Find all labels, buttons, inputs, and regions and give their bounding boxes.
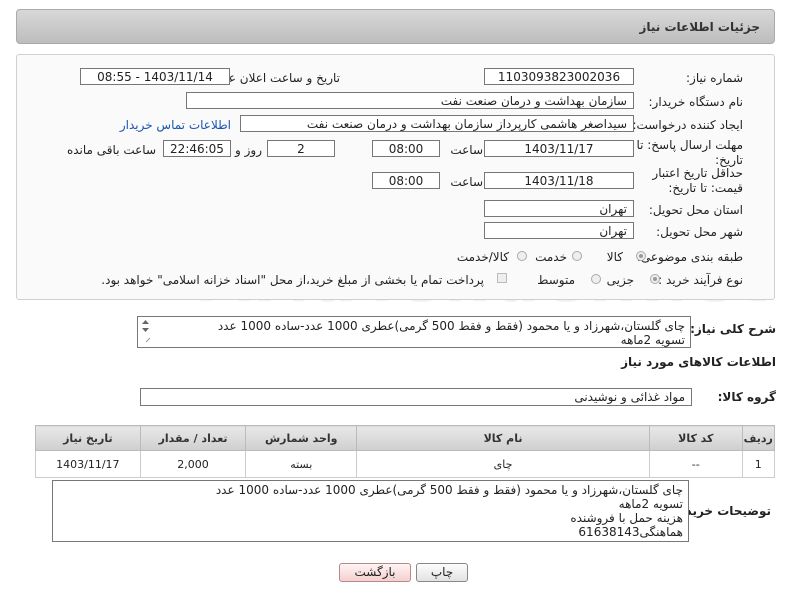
- col-row: ردیف: [741, 425, 776, 451]
- cell-unit: بسته: [245, 450, 358, 478]
- buyer-notes-textarea[interactable]: چای گلستان،شهرزاد و یا محمود (فقط و فقط …: [52, 480, 689, 542]
- payment-treasury-note: پرداخت تمام یا بخشی از مبلغ خرید،از محل …: [101, 273, 484, 287]
- category-goods-label: کالا: [606, 250, 623, 264]
- description-label: شرح کلی نیاز:: [690, 322, 776, 336]
- category-goods-radio[interactable]: [636, 251, 646, 261]
- announce-field: 1403/11/14 - 08:55: [80, 68, 230, 85]
- contact-buyer-link[interactable]: اطلاعات تماس خریدار: [120, 118, 231, 132]
- cell-row: 1: [741, 450, 776, 478]
- goods-group-field: مواد غذائی و نوشیدنی: [140, 388, 692, 406]
- col-need-date: تاریخ نیاز: [35, 425, 141, 451]
- city-label: شهر محل تحویل:: [656, 225, 743, 239]
- category-service-label: خدمت: [535, 250, 567, 264]
- days-label: روز و: [235, 143, 262, 157]
- description-scrollbar[interactable]: [140, 318, 151, 345]
- validity-date-field: 1403/11/18: [484, 172, 634, 189]
- process-medium-label: متوسط: [537, 273, 575, 287]
- buyer-org-field: سازمان بهداشت و درمان صنعت نفت: [186, 92, 634, 109]
- cell-name: چای: [356, 450, 650, 478]
- category-goods-service-radio[interactable]: [517, 251, 527, 261]
- process-minor-radio[interactable]: [650, 274, 660, 284]
- table-row: 1 -- چای بسته 2,000 1403/11/17: [35, 450, 776, 478]
- buyer-org-label: نام دستگاه خریدار:: [648, 95, 744, 109]
- process-type-label: نوع فرآیند خرید :: [658, 273, 743, 287]
- col-code: کد کالا: [648, 425, 743, 451]
- province-label: استان محل تحویل:: [648, 203, 743, 217]
- goods-group-label: گروه کالا:: [717, 390, 776, 404]
- page-title: جزئیات اطلاعات نیاز: [639, 20, 760, 34]
- category-goods-service-label: کالا/خدمت: [456, 250, 509, 264]
- deadline-label: مهلت ارسال پاسخ: تا تاریخ:: [636, 138, 743, 167]
- category-label: طبقه بندی موضوعی:: [636, 250, 743, 264]
- need-number-label: شماره نیاز:: [686, 71, 743, 85]
- col-name: نام کالا: [356, 425, 650, 451]
- cell-code: --: [648, 450, 743, 478]
- creator-label: ایجاد کننده درخواست:: [632, 118, 743, 132]
- validity-time-label: ساعت: [450, 175, 483, 189]
- print-button[interactable]: چاپ: [416, 563, 468, 582]
- days-field: 2: [267, 140, 335, 157]
- goods-table: ردیف کد کالا نام کالا واحد شمارش تعداد /…: [35, 425, 776, 478]
- payment-treasury-checkbox[interactable]: [497, 273, 507, 283]
- col-unit: واحد شمارش: [245, 425, 358, 451]
- deadline-time-field: 08:00: [372, 140, 440, 157]
- col-quantity: تعداد / مقدار: [139, 425, 247, 451]
- page-header-bar: جزئیات اطلاعات نیاز: [16, 9, 775, 44]
- remaining-time-field: 22:46:05: [163, 140, 231, 157]
- province-field: تهران: [484, 200, 634, 217]
- scroll-arrows-icon: [142, 320, 151, 343]
- goods-section-title: اطلاعات کالاهای مورد نیاز: [621, 355, 776, 369]
- process-minor-label: جزیی: [606, 273, 634, 287]
- description-textarea[interactable]: چای گلستان،شهرزاد و یا محمود (فقط و فقط …: [137, 316, 691, 348]
- process-medium-radio[interactable]: [591, 274, 601, 284]
- goods-table-header: ردیف کد کالا نام کالا واحد شمارش تعداد /…: [35, 425, 776, 451]
- validity-label: حداقل تاریخ اعتبار قیمت: تا تاریخ:: [652, 166, 743, 195]
- cell-quantity: 2,000: [139, 450, 247, 478]
- cell-need-date: 1403/11/17: [35, 450, 141, 478]
- deadline-time-label: ساعت: [450, 143, 483, 157]
- creator-field: سیداصغر هاشمی کارپرداز سازمان بهداشت و د…: [240, 115, 634, 132]
- back-button[interactable]: بازگشت: [339, 563, 411, 582]
- city-field: تهران: [484, 222, 634, 239]
- deadline-date-field: 1403/11/17: [484, 140, 634, 157]
- remaining-label: ساعت باقی مانده: [66, 143, 156, 157]
- category-service-radio[interactable]: [572, 251, 582, 261]
- validity-time-field: 08:00: [372, 172, 440, 189]
- need-number-field: 1103093823002036: [484, 68, 634, 85]
